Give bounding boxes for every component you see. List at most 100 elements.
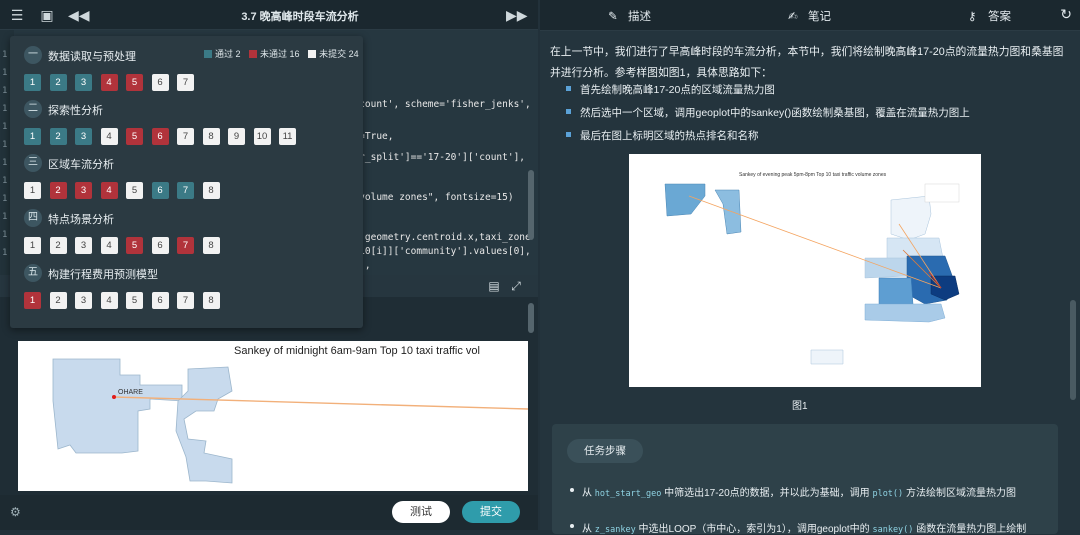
key-icon: ⚷ (968, 11, 977, 23)
bullet-text: 首先绘制晚高峰17-20点的区域流量热力图 (580, 84, 775, 96)
map-region (878, 277, 914, 305)
task-box-fail[interactable]: 4 (100, 182, 118, 199)
description-pane: ✎ 描述 ✍ 笔记 ⚷ 答案 ↻ 在上一节中，我们进行了早高峰时段的车流分析，本节中，… (540, 0, 1080, 535)
task-box-none[interactable]: 3 (75, 237, 92, 254)
task-box-fail[interactable]: 7 (177, 237, 194, 254)
step-code: sankey() (872, 525, 914, 535)
ohare-label: OHARE (118, 389, 143, 396)
menu-icon[interactable]: ☰ (8, 6, 26, 24)
task-box-none[interactable]: 8 (202, 292, 220, 309)
task-box-pass[interactable]: 2 (49, 74, 67, 91)
tab-description[interactable]: ✎ 描述 (608, 8, 651, 24)
figure-caption: 图1 (792, 401, 808, 412)
section-title: 探索性分析 (48, 105, 103, 117)
bullet-item: 首先绘制晚高峰17-20点的区域流量热力图 (566, 82, 775, 97)
submit-button[interactable]: 提交 (462, 501, 520, 523)
status-legend: 通过 2 未通过 16 未提交 24 (198, 47, 359, 60)
notebook-pane: ☰ ▣ ◀◀ 3.7 晚高峰时段车流分析 ▶▶ 111 111 111 111 … (0, 0, 538, 530)
code-scrollbar[interactable] (528, 170, 534, 240)
task-box-none[interactable]: 7 (177, 128, 194, 145)
task-box-fail[interactable]: 3 (75, 182, 92, 199)
task-box-none[interactable]: 6 (151, 237, 169, 254)
refresh-icon[interactable]: ↻ (1060, 6, 1072, 23)
task-step: 从 z_sankey 中选出LOOP（市中心，索引为1），调用geoplot中的… (570, 520, 1026, 535)
failed-swatch (249, 50, 258, 58)
task-box-fail[interactable]: 4 (100, 74, 118, 91)
legend-passed: 通过 2 (215, 49, 241, 59)
settings-icon[interactable]: ⚙ (10, 505, 24, 519)
task-box-pass[interactable]: 1 (24, 74, 41, 91)
adjacent-zone (175, 366, 233, 484)
task-box-fail[interactable]: 1 (24, 292, 41, 309)
map-region (810, 349, 844, 365)
forward-icon[interactable]: ▶▶ (506, 6, 528, 24)
task-box-pass[interactable]: 2 (49, 128, 67, 145)
task-box-fail[interactable]: 5 (126, 237, 143, 254)
map-region (864, 303, 946, 323)
task-box-none[interactable]: 5 (126, 292, 143, 309)
unsubmitted-swatch (308, 50, 317, 58)
task-box-none[interactable]: 3 (75, 292, 92, 309)
task-box-none[interactable]: 9 (228, 128, 245, 145)
chapter-menu: 通过 2 未通过 16 未提交 24 一 数据读取与预处理 1234567 二 … (10, 36, 363, 328)
output-scrollbar[interactable] (528, 303, 534, 333)
task-box-none[interactable]: 1 (24, 237, 41, 254)
output-figure: Sankey of midnight 6am-9am Top 10 taxi t… (18, 341, 528, 491)
code-line: hour_split']=='17-20']['count'], (342, 152, 526, 163)
task-box-none[interactable]: 4 (100, 237, 118, 254)
expand-icon[interactable]: ⤢ (508, 278, 524, 294)
rewind-icon[interactable]: ◀◀ (68, 6, 90, 24)
task-box-none[interactable]: 11 (279, 128, 296, 145)
task-box-none[interactable]: 4 (100, 292, 118, 309)
task-box-pass[interactable]: 7 (177, 182, 194, 199)
task-box-pass[interactable]: 3 (75, 128, 92, 145)
tab-answer[interactable]: ⚷ 答案 (968, 8, 1011, 24)
document-icon[interactable]: ▤ (486, 278, 502, 294)
tab-bar: ✎ 描述 ✍ 笔记 ⚷ 答案 ↻ (540, 0, 1080, 31)
reference-figure: Sankey of evening peak 5pm-8pm Top 10 ta… (629, 154, 981, 387)
sankey-map: OHARE (52, 358, 528, 484)
task-box-none[interactable]: 6 (151, 292, 169, 309)
test-button[interactable]: 测试 (392, 501, 450, 523)
tab-notes[interactable]: ✍ 笔记 (788, 8, 831, 24)
step-text: 从 (582, 488, 592, 499)
section-number: 一 (24, 46, 42, 64)
code-line: ic volume zones", fontsize=15) (342, 192, 514, 203)
step-text: 中筛选出17-20点的数据，并以此为基础，调用 (664, 488, 870, 499)
task-box-none[interactable]: 7 (177, 74, 194, 91)
task-box-none[interactable]: 8 (202, 237, 220, 254)
notebook-toolbar: ☰ ▣ ◀◀ 3.7 晚高峰时段车流分析 ▶▶ (0, 0, 538, 30)
task-steps-panel: 任务步骤 从 hot_start_geo 中筛选出17-20点的数据，并以此为基… (552, 424, 1058, 535)
task-box-none[interactable]: 8 (202, 128, 220, 145)
task-box-none[interactable]: 1 (24, 182, 41, 199)
task-box-none[interactable]: 8 (202, 182, 220, 199)
ohare-zone (52, 358, 183, 454)
step-code: z_sankey (594, 525, 636, 535)
task-box-none[interactable]: 2 (49, 292, 67, 309)
task-box-fail[interactable]: 5 (126, 74, 143, 91)
section-title: 特点场景分析 (48, 214, 114, 226)
figure-legend (924, 183, 960, 203)
task-box-fail[interactable]: 5 (126, 128, 143, 145)
step-text: 方法绘制区域流量热力图 (905, 488, 1016, 499)
description-paragraph: 在上一节中，我们进行了早高峰时段的车流分析，本节中，我们将绘制晚高峰17-20点… (550, 46, 1064, 79)
description-scrollbar[interactable] (1070, 300, 1076, 400)
task-step: 从 hot_start_geo 中筛选出17-20点的数据，并以此为基础，调用 … (570, 484, 1016, 499)
task-box-fail[interactable]: 6 (151, 128, 169, 145)
task-box-none[interactable]: 4 (100, 128, 118, 145)
legend-unsubmitted: 未提交 24 (319, 49, 359, 59)
task-box-none[interactable]: 10 (253, 128, 271, 145)
legend-failed: 未通过 16 (260, 49, 300, 59)
task-box-pass[interactable]: 1 (24, 128, 41, 145)
task-box-none[interactable]: 2 (49, 237, 67, 254)
task-box-none[interactable]: 7 (177, 292, 194, 309)
map-region (890, 195, 932, 241)
task-box-none[interactable]: 6 (151, 74, 169, 91)
task-box-fail[interactable]: 2 (49, 182, 67, 199)
task-box-pass[interactable]: 6 (151, 182, 169, 199)
task-box-pass[interactable]: 3 (75, 74, 92, 91)
sankey-flow (113, 396, 528, 410)
screen-icon[interactable]: ▣ (38, 6, 56, 24)
tab-label: 笔记 (808, 11, 831, 23)
task-box-none[interactable]: 5 (126, 182, 143, 199)
